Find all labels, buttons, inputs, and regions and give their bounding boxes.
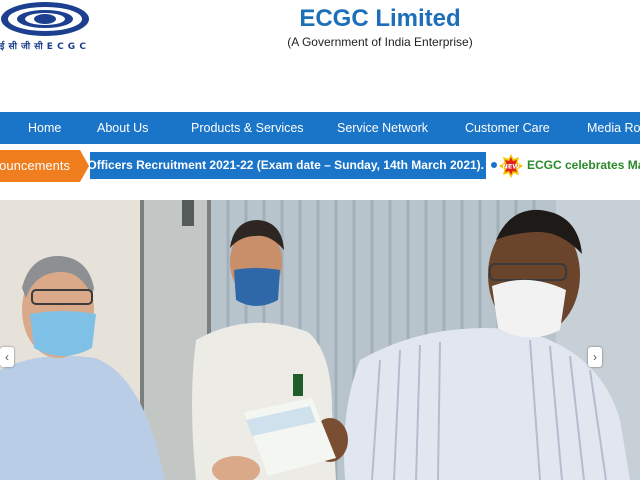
site-title: ECGC Limited bbox=[299, 5, 461, 32]
announcement-ticker: nouncements tionary Officers Recruitment… bbox=[0, 144, 640, 186]
nav-item-products-services[interactable]: Products & Services bbox=[191, 112, 304, 144]
banner-next-button[interactable]: › bbox=[588, 347, 602, 367]
new-badge-icon: NEW bbox=[499, 154, 523, 178]
nav-item-about-us[interactable]: About Us bbox=[97, 112, 148, 144]
photo-banner[interactable] bbox=[0, 200, 640, 480]
new-badge-text: NEW bbox=[502, 163, 519, 171]
site-subtitle: (A Government of India Enterprise) bbox=[287, 35, 473, 49]
banner-prev-button[interactable]: ‹ bbox=[0, 347, 14, 367]
nav-item-service-network[interactable]: Service Network bbox=[337, 112, 428, 144]
banner-photo bbox=[0, 200, 640, 480]
ticker-item-recruitment[interactable]: tionary Officers Recruitment 2021-22 (Ex… bbox=[90, 152, 486, 179]
main-nav: Home About Us Products & Services Servic… bbox=[0, 112, 640, 144]
ticker-bullet-icon bbox=[491, 162, 497, 168]
announcements-label: nouncements bbox=[0, 150, 80, 182]
announcements-arrow-icon bbox=[80, 150, 89, 182]
nav-item-home[interactable]: Home bbox=[28, 112, 61, 144]
nav-item-customer-care[interactable]: Customer Care bbox=[465, 112, 550, 144]
site-header: ई सी जी सी E C G C ECGC Limited (A Gover… bbox=[0, 0, 640, 112]
ticker-item-celebration[interactable]: ECGC celebrates Mara bbox=[527, 152, 640, 179]
nav-item-media-room[interactable]: Media Roo bbox=[587, 112, 640, 144]
